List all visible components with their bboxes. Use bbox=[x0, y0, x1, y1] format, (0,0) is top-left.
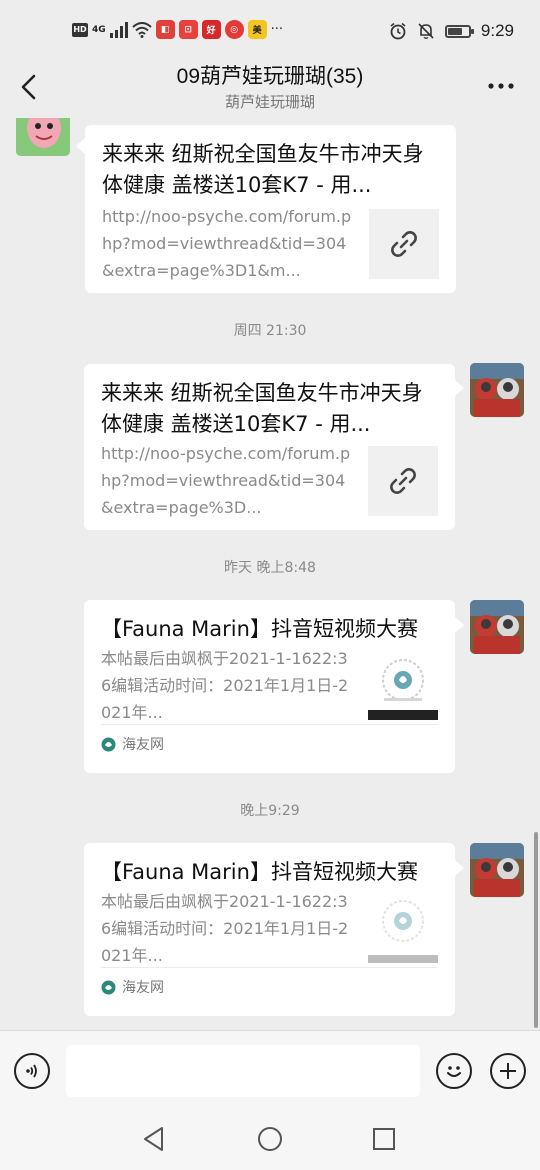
nav-back-icon[interactable] bbox=[142, 1126, 166, 1152]
status-bar: HD 4G ◧ ⊡ 好 ◎ 美 ··· 9:29 bbox=[0, 0, 540, 56]
card-source: 海友网 bbox=[101, 967, 438, 997]
card-description: http://noo-psyche.com/forum.php?mod=view… bbox=[102, 207, 352, 280]
link-thumbnail bbox=[368, 446, 438, 516]
mute-icon bbox=[418, 23, 434, 39]
chat-scrollbar[interactable] bbox=[534, 832, 538, 1028]
emoji-icon bbox=[447, 1066, 461, 1077]
more-options-icon[interactable] bbox=[486, 74, 516, 98]
card-description: 本帖最后由飒枫于2021-1-1622:36编辑活动时间：2021年1月1日-2… bbox=[101, 892, 349, 965]
source-logo-icon bbox=[101, 737, 116, 751]
my-avatar[interactable] bbox=[470, 843, 524, 897]
card-title: 【Fauna Marin】抖音短视频大赛 bbox=[101, 860, 418, 884]
poster-thumbnail-image bbox=[368, 900, 438, 963]
my-avatar[interactable] bbox=[470, 600, 524, 654]
bubble-tail bbox=[455, 380, 464, 396]
message-timestamp: 周四 21:30 bbox=[233, 323, 307, 339]
link-thumbnail bbox=[369, 209, 439, 279]
bubble-tail bbox=[76, 138, 85, 154]
avatar-image bbox=[16, 118, 70, 156]
poster-thumbnail-image bbox=[368, 659, 438, 720]
alarm-icon bbox=[390, 22, 406, 40]
poster-thumbnail bbox=[368, 650, 438, 720]
status-right: 9:29 bbox=[389, 21, 514, 41]
link-icon bbox=[391, 231, 417, 257]
chat-area[interactable]: 来来来 纽斯祝全国鱼友牛市冲天身体健康 盖楼送10套K7 - 用... http… bbox=[0, 118, 540, 1030]
more-notifications-icon: ··· bbox=[270, 22, 284, 37]
voice-icon bbox=[26, 1064, 37, 1078]
signal-icon bbox=[109, 21, 128, 38]
card-title: 来来来 纽斯祝全国鱼友牛市冲天身体健康 盖楼送10套K7 - 用... bbox=[102, 142, 424, 197]
app-notification-icon: ⊡ bbox=[178, 20, 198, 39]
bubble-tail bbox=[455, 617, 464, 633]
card-title: 【Fauna Marin】抖音短视频大赛 bbox=[101, 617, 418, 641]
status-left: HD 4G ◧ ⊡ 好 ◎ 美 ··· bbox=[72, 20, 283, 39]
app-notification-icon: ◎ bbox=[224, 20, 244, 39]
avatar-image bbox=[470, 363, 524, 417]
my-avatar[interactable] bbox=[470, 363, 524, 417]
chat-title: 09葫芦娃玩珊瑚(35) bbox=[176, 65, 364, 88]
chat-header: 09葫芦娃玩珊瑚(35) 葫芦娃玩珊瑚 bbox=[0, 56, 540, 118]
source-logo-icon bbox=[101, 980, 116, 994]
emoji-button[interactable] bbox=[436, 1053, 472, 1089]
poster-thumbnail bbox=[368, 893, 438, 963]
message-timestamp: 昨天 晚上8:48 bbox=[224, 560, 316, 576]
link-message-card[interactable]: 【Fauna Marin】抖音短视频大赛 本帖最后由飒枫于2021-1-1622… bbox=[84, 600, 455, 773]
app-notification-icon: 好 bbox=[201, 20, 221, 39]
card-source: 海友网 bbox=[101, 724, 438, 754]
card-title: 来来来 纽斯祝全国鱼友牛市冲天身体健康 盖楼送10套K7 - 用... bbox=[101, 381, 423, 436]
card-source-label: 海友网 bbox=[122, 980, 164, 996]
more-functions-button[interactable] bbox=[490, 1053, 526, 1089]
nav-home-icon[interactable] bbox=[257, 1126, 283, 1152]
link-message-card[interactable]: 来来来 纽斯祝全国鱼友牛市冲天身体健康 盖楼送10套K7 - 用... http… bbox=[85, 125, 456, 293]
avatar-image bbox=[470, 600, 524, 654]
message-input[interactable] bbox=[66, 1045, 420, 1097]
hd-icon: HD bbox=[72, 22, 88, 37]
voice-input-button[interactable] bbox=[14, 1053, 50, 1089]
input-bar bbox=[0, 1030, 540, 1115]
bubble-tail bbox=[455, 860, 464, 876]
status-time: 9:29 bbox=[480, 21, 514, 40]
link-message-card[interactable]: 来来来 纽斯祝全国鱼友牛市冲天身体健康 盖楼送10套K7 - 用... http… bbox=[84, 364, 455, 530]
app-notification-icon: ◧ bbox=[155, 20, 175, 39]
nav-recents-icon[interactable] bbox=[373, 1128, 395, 1150]
network-type: 4G bbox=[92, 24, 106, 35]
wifi-icon bbox=[131, 21, 152, 38]
chat-subtitle: 葫芦娃玩珊瑚 bbox=[224, 93, 315, 111]
sender-avatar[interactable] bbox=[16, 118, 70, 156]
card-source-label: 海友网 bbox=[122, 737, 164, 753]
message-timestamp: 晚上9:29 bbox=[240, 803, 300, 819]
link-message-card[interactable]: 【Fauna Marin】抖音短视频大赛 本帖最后由飒枫于2021-1-1622… bbox=[84, 843, 455, 1016]
battery-icon bbox=[444, 24, 474, 38]
plus-icon bbox=[500, 1063, 516, 1079]
link-icon bbox=[390, 468, 416, 494]
meituan-icon: 美 bbox=[247, 20, 267, 39]
system-nav-bar bbox=[0, 1114, 540, 1170]
avatar-image bbox=[470, 843, 524, 897]
card-description: http://noo-psyche.com/forum.php?mod=view… bbox=[101, 444, 351, 517]
card-description: 本帖最后由飒枫于2021-1-1622:36编辑活动时间：2021年1月1日-2… bbox=[101, 649, 349, 722]
